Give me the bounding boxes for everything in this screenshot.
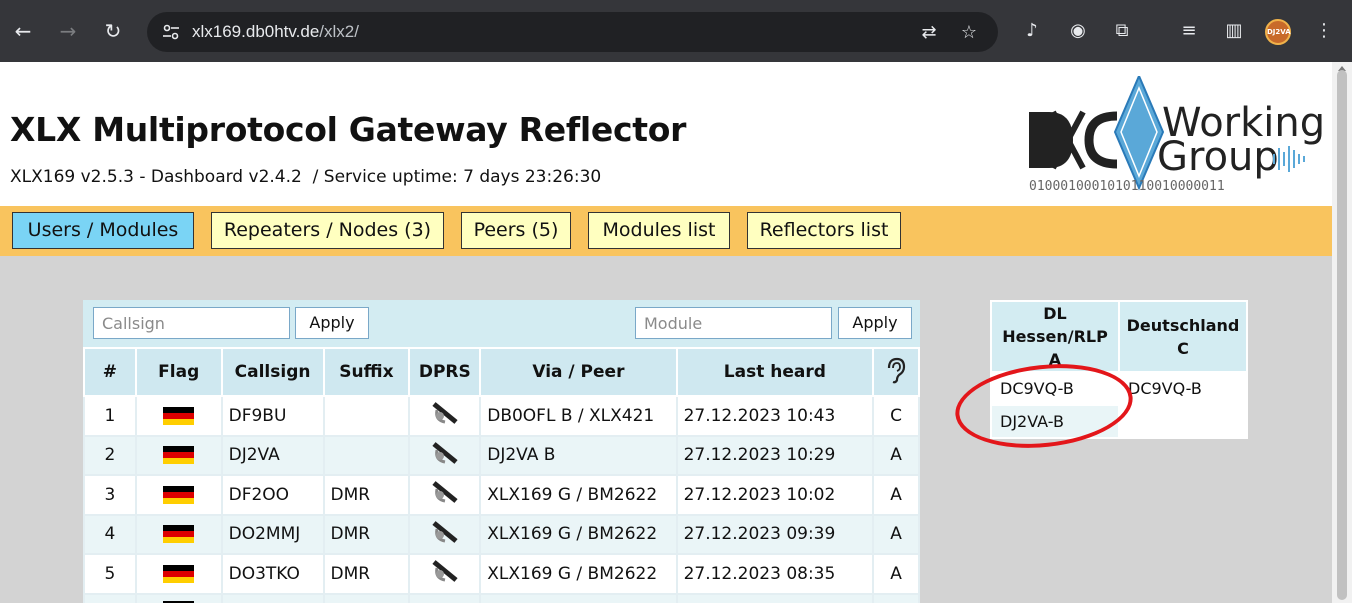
address-bar[interactable]: xlx169.db0htv.de/xlx2/ ⇄ ☆ (147, 12, 998, 52)
extension-mic-off-icon[interactable]: ♪ (1020, 19, 1044, 43)
table-row: 2 DJ2VA DJ2VA B 27.12.2023 10:29 A (83, 434, 920, 476)
satellite-icon[interactable] (431, 400, 459, 426)
table-row: 5 DO3TKO DMR XLX169 G / BM2622 27.12.202… (83, 553, 920, 595)
row-callsign[interactable]: DO3TKO (220, 553, 325, 595)
back-arrow-icon[interactable]: ← (10, 18, 36, 44)
page-scrollbar[interactable] (1332, 62, 1352, 603)
tab-reflectors-list[interactable]: Reflectors list (747, 212, 901, 249)
row-via-peer: DJ2VA B (479, 434, 678, 476)
site-settings-icon[interactable] (161, 22, 181, 42)
page-header: XLX Multiprotocol Gateway Reflector XLX1… (0, 62, 1332, 206)
col-header-num: # (83, 347, 137, 397)
side-panel-icon[interactable]: ▥ (1222, 19, 1246, 43)
row-last-heard: 27.12.2023 10:43 (675, 395, 875, 437)
row-num: 5 (83, 553, 137, 595)
row-module: A (872, 474, 920, 516)
module-header-c: Deutschland C (1118, 300, 1248, 373)
row-num: 1 (83, 395, 137, 437)
row-num: 3 (83, 474, 137, 516)
module-header-a: DL Hessen/RLP A (990, 300, 1120, 373)
satellite-icon[interactable] (431, 519, 459, 545)
row-last-heard: 27.12.2023 08:35 (675, 553, 875, 595)
row-module: A (872, 553, 920, 595)
germany-flag-icon (163, 406, 195, 425)
tab-repeaters-nodes[interactable]: Repeaters / Nodes (3) (211, 212, 444, 249)
row-suffix (322, 434, 411, 476)
browser-toolbar: ← → ↻ xlx169.db0htv.de/xlx2/ ⇄ ☆ ♪ ◉ ⧉ ≡… (0, 0, 1352, 62)
dvc-working-group-logo: Working Group 0100010001010110010000011 (1029, 76, 1322, 194)
row-callsign[interactable]: DF9BU (220, 395, 325, 437)
germany-flag-icon (163, 564, 195, 583)
profile-avatar[interactable]: DJ2VA (1265, 19, 1291, 45)
satellite-icon[interactable] (431, 440, 459, 466)
callsign-apply-button[interactable]: Apply (295, 307, 369, 339)
col-header-module (872, 347, 920, 397)
users-table: # Flag Callsign Suffix DPRS Via / Peer L… (83, 347, 920, 603)
page-title: XLX Multiprotocol Gateway Reflector (10, 110, 687, 149)
row-via-peer: XLX169 G / BM2622 (479, 553, 678, 595)
col-header-via-peer: Via / Peer (479, 347, 678, 397)
row-last-heard: 27.12.2023 10:29 (675, 434, 875, 476)
col-header-last-heard: Last heard (675, 347, 875, 397)
row-suffix: DMR (322, 553, 411, 595)
germany-flag-icon (163, 525, 195, 544)
module-apply-button[interactable]: Apply (838, 307, 912, 339)
table-row: 4 DO2MMJ DMR XLX169 G / BM2622 27.12.202… (83, 513, 920, 555)
row-suffix: DMR (322, 513, 411, 555)
col-header-dprs: DPRS (408, 347, 482, 397)
row-last-heard: 27.12.2023 09:39 (675, 513, 875, 555)
table-row: 3 DF2OO DMR XLX169 G / BM2622 27.12.2023… (83, 474, 920, 516)
table-row (83, 592, 920, 603)
tab-modules-list[interactable]: Modules list (588, 212, 730, 249)
table-row: 1 DF9BU DB0OFL B / XLX421 27.12.2023 10:… (83, 395, 920, 437)
col-header-flag: Flag (134, 347, 223, 397)
row-callsign[interactable]: DF2OO (220, 474, 325, 516)
callsign-filter-input[interactable] (93, 307, 290, 339)
url-text: xlx169.db0htv.de/xlx2/ (192, 22, 359, 41)
nav-menu-bar: Users / Modules Repeaters / Nodes (3) Pe… (0, 206, 1332, 256)
reload-icon[interactable]: ↻ (100, 18, 126, 44)
col-header-suffix: Suffix (322, 347, 411, 397)
germany-flag-icon (163, 485, 195, 504)
satellite-icon[interactable] (431, 479, 459, 505)
germany-flag-icon (163, 446, 195, 465)
row-suffix: DMR (322, 474, 411, 516)
menu-kebab-icon[interactable]: ⋮ (1312, 19, 1336, 43)
row-num: 4 (83, 513, 137, 555)
row-callsign[interactable]: DJ2VA (220, 434, 325, 476)
tab-users-modules[interactable]: Users / Modules (12, 212, 194, 249)
col-header-callsign: Callsign (220, 347, 325, 397)
ear-icon (887, 357, 906, 383)
module-node[interactable]: DC9VQ-B (1118, 371, 1248, 406)
row-module: C (872, 395, 920, 437)
filter-row: Apply Apply (83, 300, 920, 347)
row-last-heard: 27.12.2023 10:02 (675, 474, 875, 516)
version-info: XLX169 v2.5.3 - Dashboard v2.4.2 / Servi… (10, 167, 602, 187)
row-via-peer: XLX169 G / BM2622 (479, 474, 678, 516)
row-callsign[interactable]: DO2MMJ (220, 513, 325, 555)
satellite-icon[interactable] (431, 558, 459, 584)
extension-shield-icon[interactable]: ◉ (1066, 19, 1090, 43)
svg-text:0100010001010110010000011: 0100010001010110010000011 (1029, 179, 1225, 194)
module-filter-input[interactable] (635, 307, 832, 339)
forward-arrow-icon[interactable]: → (55, 18, 81, 44)
translate-icon[interactable]: ⇄ (918, 22, 940, 44)
media-queue-icon[interactable]: ≡ (1177, 19, 1201, 43)
bookmark-star-icon[interactable]: ☆ (958, 22, 980, 44)
row-module: A (872, 513, 920, 555)
page-content: XLX Multiprotocol Gateway Reflector XLX1… (0, 62, 1332, 603)
row-via-peer: DB0OFL B / XLX421 (479, 395, 678, 437)
scrollbar-thumb[interactable] (1337, 70, 1347, 600)
row-num: 2 (83, 434, 137, 476)
row-suffix (322, 395, 411, 437)
row-module: A (872, 434, 920, 476)
extensions-puzzle-icon[interactable]: ⧉ (1110, 19, 1134, 43)
tab-peers[interactable]: Peers (5) (461, 212, 571, 249)
svg-text:Group: Group (1157, 134, 1279, 180)
row-via-peer: XLX169 G / BM2622 (479, 513, 678, 555)
